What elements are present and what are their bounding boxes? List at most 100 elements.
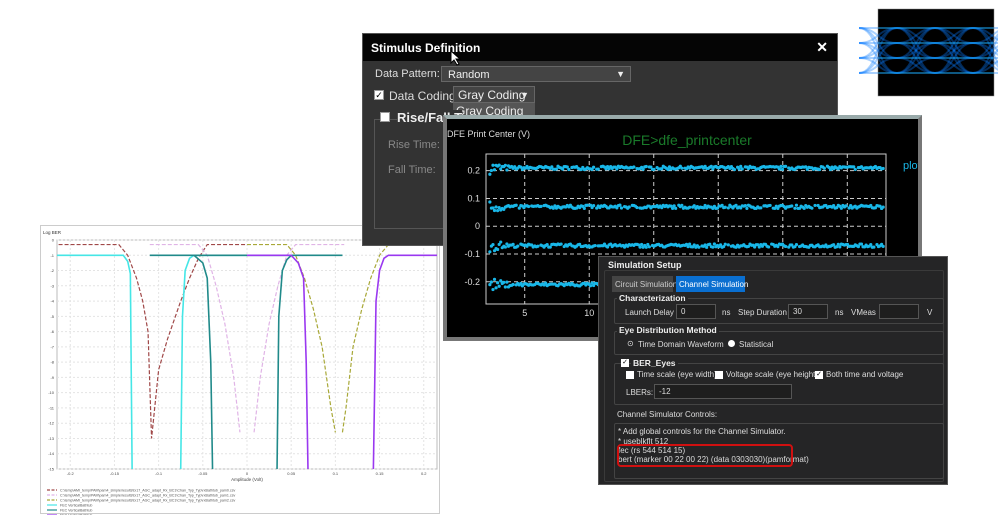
data-point	[592, 165, 596, 169]
data-point	[499, 279, 503, 283]
both-checkbox[interactable]: ✓	[815, 371, 823, 379]
launch-delay-label: Launch Delay	[625, 308, 674, 317]
chevron-down-icon: ▼	[616, 69, 625, 79]
data-point	[588, 284, 593, 288]
ber-eyes-checkbox[interactable]: ✓	[621, 359, 629, 367]
time-scale-checkbox[interactable]	[626, 371, 634, 379]
y-tick-label: -11	[49, 405, 55, 410]
data-point	[511, 242, 515, 246]
data-point	[491, 163, 495, 167]
legend-entry: C:\temp\AMI_temp\PAM\pam4_simple\results…	[60, 489, 236, 493]
rise-fall-checkbox[interactable]	[380, 112, 390, 122]
x-tick-label: 0.2	[421, 471, 427, 476]
data-point	[780, 167, 785, 171]
data-point	[492, 168, 497, 172]
x-tick-label: 0.1	[333, 471, 339, 476]
launch-delay-input[interactable]: 0	[676, 304, 716, 319]
y-tick-label: -0.2	[464, 277, 480, 287]
data-point	[766, 245, 771, 249]
data-point	[794, 203, 799, 207]
x-tick-label: 10	[584, 308, 594, 318]
y-tick-label: -5	[50, 314, 54, 319]
vmeas-input[interactable]	[879, 304, 919, 319]
tab-channel-simulation[interactable]: Channel Simulation	[676, 276, 748, 292]
data-point	[881, 244, 885, 248]
data-point	[491, 287, 495, 292]
data-point	[726, 206, 730, 210]
data-point	[489, 168, 494, 173]
data-point	[759, 206, 763, 210]
y-tick-label: -8	[50, 360, 54, 365]
data-point	[793, 206, 797, 210]
data-point	[488, 172, 492, 176]
data-point	[740, 167, 744, 171]
voltage-scale-label: Voltage scale (eye height)	[726, 370, 819, 379]
data-point	[697, 245, 701, 249]
x-tick-label: 0.15	[376, 471, 385, 476]
characterization-title: Characterization	[617, 293, 688, 303]
y-tick-label: -0.1	[464, 249, 480, 259]
data-pattern-dropdown[interactable]: Random ▼	[441, 66, 631, 82]
data-point	[794, 243, 799, 247]
vmeas-label: VMeas	[851, 308, 876, 317]
data-point	[881, 166, 885, 171]
data-point	[779, 164, 783, 168]
legend-entry: FEC VerticalBathtub	[60, 514, 92, 516]
eye-diagram-plot	[858, 8, 1000, 97]
plot-area	[56, 239, 438, 470]
rise-time-label: Rise Time:	[388, 139, 440, 151]
data-point	[839, 206, 843, 210]
highlight-box	[617, 444, 793, 467]
close-icon[interactable]: ✕	[816, 39, 828, 56]
data-point	[881, 205, 885, 209]
y-tick-label: 0.1	[467, 193, 480, 203]
data-point	[647, 245, 651, 249]
lbers-label: LBERs:	[626, 388, 654, 397]
data-point	[526, 204, 531, 209]
controls-line: * Add global controls for the Channel Si…	[618, 427, 786, 436]
data-point	[554, 167, 559, 171]
data-point	[496, 209, 500, 213]
y-tick-label: -15	[48, 467, 55, 472]
step-duration-input[interactable]: 30	[788, 304, 828, 319]
lbers-input[interactable]: -12	[654, 384, 792, 399]
x-tick-label: -0.2	[67, 471, 75, 476]
data-point	[644, 245, 648, 249]
data-coding-checkbox[interactable]: ✓	[374, 90, 384, 100]
y-axis-label: DFE Print Center (V)	[447, 129, 530, 139]
y-tick-label: 0	[52, 238, 55, 243]
data-point	[723, 205, 727, 209]
radio-time-domain-label: Time Domain Waveform	[638, 340, 724, 349]
data-coding-dropdown[interactable]: Gray Coding ▼	[453, 86, 535, 103]
tab-circuit-simulation[interactable]: Circuit Simulation	[612, 276, 677, 292]
x-tick-label: -0.1	[155, 471, 163, 476]
y-tick-label: -3	[50, 283, 54, 288]
simulation-setup-panel: Simulation Setup Circuit Simulation Chan…	[598, 256, 948, 485]
mouse-cursor-icon	[450, 50, 462, 66]
data-point	[777, 167, 782, 171]
data-point	[593, 243, 597, 248]
data-point	[838, 245, 842, 249]
data-point	[492, 208, 497, 213]
data-point	[592, 204, 596, 208]
data-point	[494, 286, 498, 290]
data-point	[491, 242, 495, 247]
data-point	[511, 282, 515, 287]
radio-selected-icon[interactable]: ⊙	[627, 339, 634, 348]
data-point	[859, 242, 864, 246]
legend-entry: FEC VerticalBathtub	[60, 509, 92, 513]
data-point	[499, 240, 503, 244]
data-point	[652, 167, 656, 171]
data-point	[488, 250, 492, 254]
y-tick-label: -14	[48, 451, 55, 456]
voltage-scale-checkbox[interactable]	[715, 371, 723, 379]
radio-statistical[interactable]	[728, 340, 735, 347]
data-coding-value: Gray Coding	[458, 88, 526, 102]
ber-plot: Log BER -0.2 -0.15 -0.1 -0.05 0 0.05 0.1 0.15 0.2…	[43, 230, 438, 518]
y-tick-label: -1	[50, 253, 54, 258]
window-title: Stimulus Definition	[363, 34, 837, 61]
data-point	[732, 167, 737, 172]
data-point	[516, 244, 520, 248]
legend-entry: plot	[903, 160, 918, 172]
data-point	[723, 242, 727, 246]
